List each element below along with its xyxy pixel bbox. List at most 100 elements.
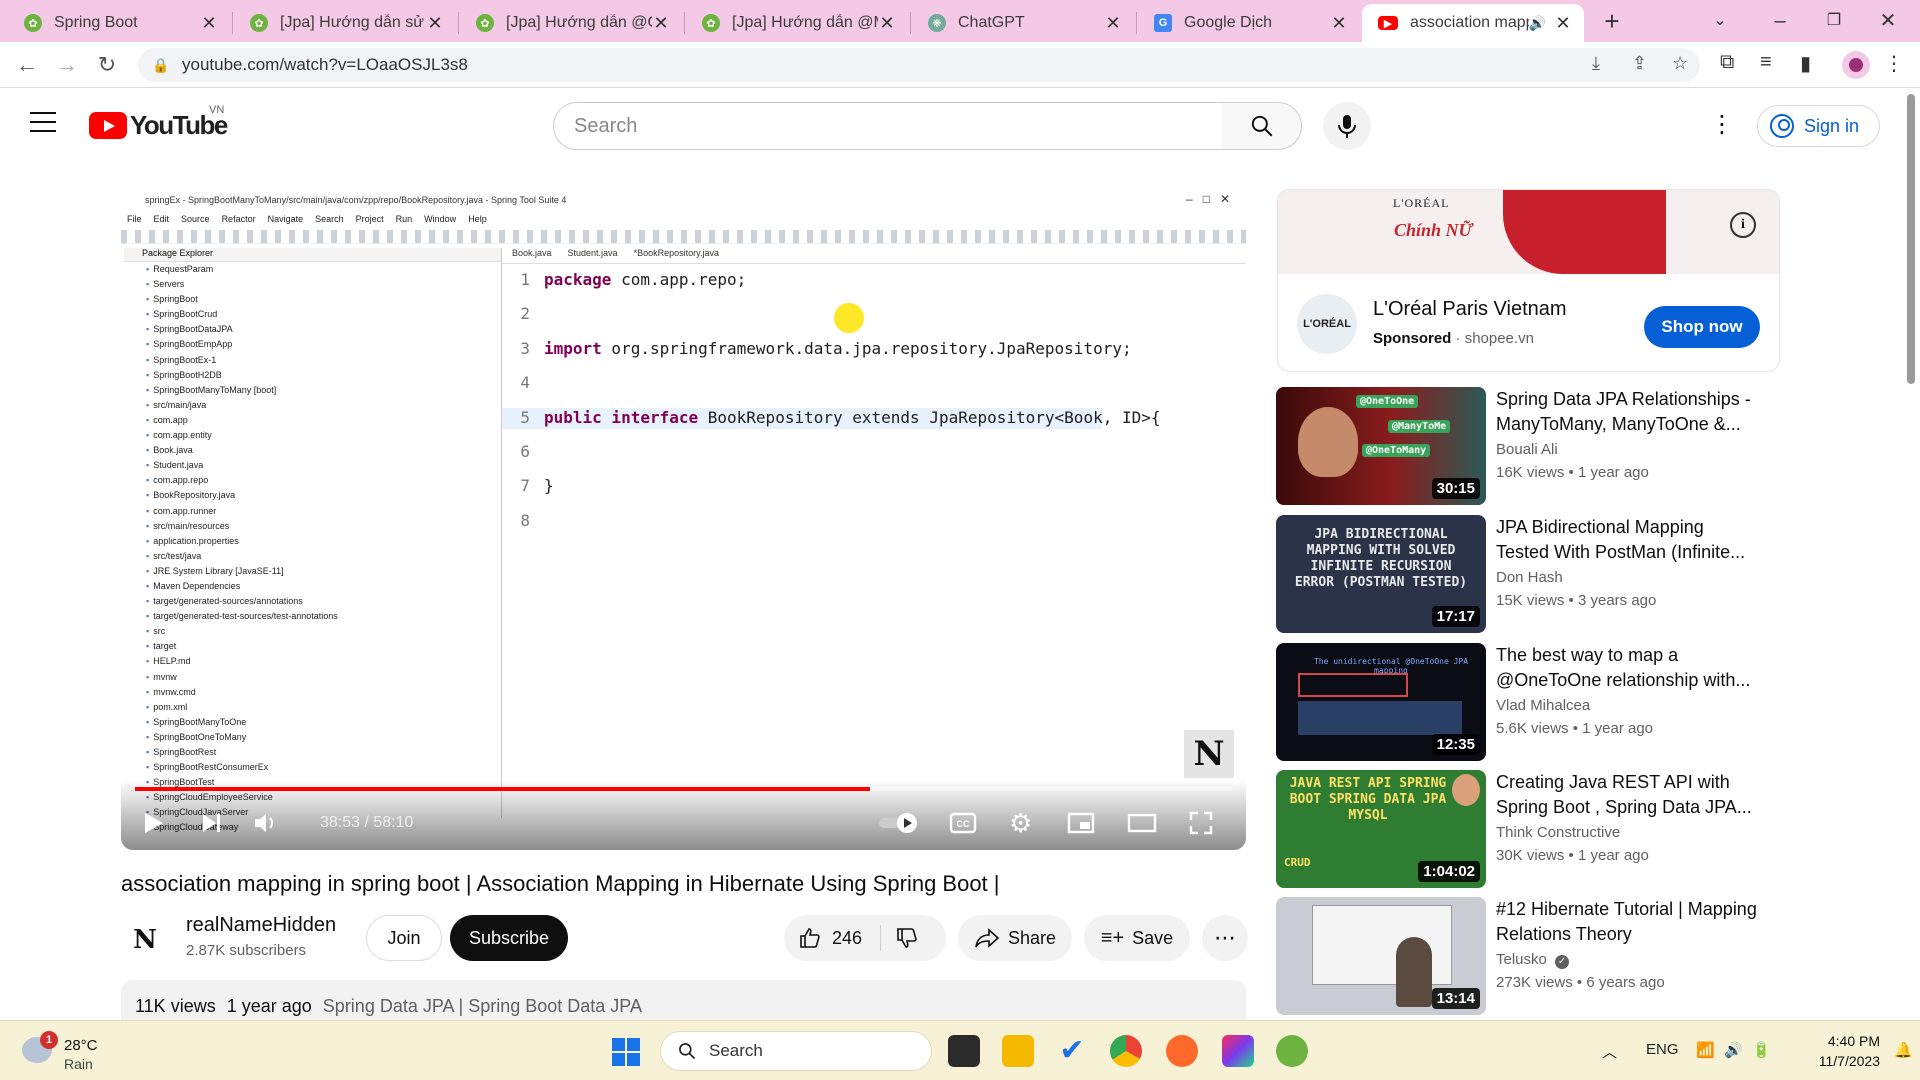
close-tab-icon[interactable]: ✕ — [1104, 13, 1122, 34]
battery-icon[interactable]: 🔋 — [1752, 1041, 1771, 1059]
ad-info-icon[interactable]: i — [1730, 212, 1756, 238]
play-button[interactable] — [143, 805, 165, 841]
recommended-video[interactable]: JAVA REST API SPRING BOOT SPRING DATA JP… — [1276, 770, 1866, 888]
save-button[interactable]: ≡+ Save — [1084, 915, 1190, 961]
captions-button[interactable]: CC — [949, 805, 977, 841]
description-tags[interactable]: Spring Data JPA | Spring Boot Data JPA — [323, 996, 642, 1016]
install-app-icon[interactable]: ⤓ — [1592, 53, 1600, 74]
channel-avatar[interactable]: N — [125, 920, 165, 960]
video-title-link[interactable]: Creating Java REST API with Spring Boot … — [1496, 770, 1758, 820]
tab-chatgpt[interactable]: ❋ ChatGPT ✕ — [912, 4, 1134, 42]
browser-menu-icon[interactable]: ⋮ — [1884, 51, 1904, 76]
recommended-video[interactable]: 13:14 #12 Hibernate Tutorial | Mapping R… — [1276, 897, 1866, 1015]
join-button[interactable]: Join — [366, 915, 442, 961]
scrollbar-thumb[interactable] — [1907, 94, 1915, 384]
sponsored-ad-card[interactable]: L'ORÉAL Chính NỮ i L'ORÉAL L'Oréal Paris… — [1277, 189, 1780, 372]
share-button[interactable]: Share — [958, 915, 1072, 961]
close-tab-icon[interactable]: ✕ — [1554, 13, 1572, 34]
close-window-button[interactable]: ✕ — [1868, 6, 1908, 36]
bookmark-star-icon[interactable]: ☆ — [1672, 53, 1688, 74]
advertiser-name[interactable]: L'Oréal Paris Vietnam — [1373, 298, 1567, 321]
youtube-logo[interactable]: YouTube VN — [89, 104, 228, 141]
start-button[interactable] — [612, 1038, 640, 1066]
taskbar-search[interactable]: Search — [660, 1031, 932, 1071]
show-hidden-icons-chevron-icon[interactable]: ︿ — [1602, 1041, 1617, 1062]
fullscreen-button[interactable] — [1189, 805, 1213, 841]
tab-jpa-2[interactable]: ✿ [Jpa] Hướng dẫn @O ✕ — [460, 4, 682, 42]
tab-jpa-1[interactable]: ✿ [Jpa] Hướng dẫn sử d ✕ — [234, 4, 456, 42]
restore-button[interactable]: ❐ — [1814, 6, 1854, 36]
video-thumbnail[interactable]: JPA BIDIRECTIONAL MAPPING WITH SOLVED IN… — [1276, 515, 1486, 633]
chrome-app-icon[interactable] — [1110, 1035, 1142, 1067]
video-channel[interactable]: Vlad Mihalcea — [1496, 697, 1590, 714]
back-button[interactable]: ← — [12, 50, 42, 80]
video-title-link[interactable]: #12 Hibernate Tutorial | Mapping Relatio… — [1496, 897, 1758, 947]
system-clock[interactable]: 4:40 PM 11/7/2023 — [1796, 1031, 1880, 1071]
video-thumbnail[interactable]: @OneToOne @ManyToMe @OneToMany 30:15 — [1276, 387, 1486, 505]
search-button[interactable] — [1222, 102, 1302, 150]
advertiser-logo[interactable]: L'ORÉAL — [1297, 294, 1357, 354]
audio-playing-icon[interactable]: 🔊 — [1529, 15, 1546, 32]
speaker-icon[interactable]: 🔊 — [1724, 1041, 1743, 1059]
language-indicator[interactable]: ENG — [1646, 1041, 1679, 1058]
miniplayer-button[interactable] — [1067, 805, 1095, 841]
subscribe-button[interactable]: Subscribe — [450, 915, 568, 961]
dislike-button[interactable] — [895, 926, 919, 950]
video-thumbnail[interactable]: The unidirectional @OneToOne JPA mapping… — [1276, 643, 1486, 761]
ad-banner-image[interactable]: L'ORÉAL Chính NỮ — [1278, 190, 1779, 274]
close-tab-icon[interactable]: ✕ — [652, 13, 670, 34]
notification-bell-icon[interactable]: 🔔 — [1894, 1041, 1913, 1059]
lock-icon[interactable]: 🔒 — [152, 57, 169, 73]
side-panel-icon[interactable]: ▮ — [1800, 51, 1811, 76]
profile-avatar[interactable] — [1842, 51, 1870, 79]
video-channel[interactable]: Telusko ✓ — [1496, 951, 1570, 969]
tab-jpa-3[interactable]: ✿ [Jpa] Hướng dẫn @M ✕ — [686, 4, 908, 42]
forward-button[interactable]: → — [52, 50, 82, 80]
video-title-link[interactable]: Spring Data JPA Relationships - ManyToMa… — [1496, 387, 1758, 437]
media-queue-icon[interactable]: ≡ — [1760, 51, 1772, 74]
close-tab-icon[interactable]: ✕ — [200, 13, 218, 34]
hamburger-menu-icon[interactable] — [30, 112, 56, 139]
file-explorer-icon[interactable] — [1002, 1035, 1034, 1067]
tab-search-chevron-icon[interactable]: ⌄ — [1700, 6, 1740, 36]
minimize-button[interactable]: – — [1760, 6, 1800, 36]
todo-app-icon[interactable]: ✔ — [1056, 1035, 1088, 1067]
video-thumbnail[interactable]: JAVA REST API SPRING BOOT SPRING DATA JP… — [1276, 770, 1486, 888]
video-channel[interactable]: Bouali Ali — [1496, 441, 1558, 458]
weather-widget[interactable]: 1 28°C Rain — [22, 1029, 112, 1073]
video-channel[interactable]: Don Hash — [1496, 569, 1563, 586]
more-options-icon[interactable]: ⋮ — [1710, 110, 1734, 140]
extensions-puzzle-icon[interactable]: ⧉ — [1720, 51, 1734, 74]
video-title-link[interactable]: JPA Bidirectional Mapping Tested With Po… — [1496, 515, 1758, 565]
next-button[interactable] — [201, 805, 223, 841]
progress-bar[interactable] — [135, 787, 1232, 791]
autoplay-toggle[interactable] — [877, 805, 919, 841]
wifi-icon[interactable]: 📶 — [1696, 1041, 1715, 1059]
spring-tool-suite-icon[interactable] — [1276, 1035, 1308, 1067]
close-tab-icon[interactable]: ✕ — [426, 13, 444, 34]
tab-spring-boot[interactable]: ✿ Spring Boot ✕ — [8, 4, 230, 42]
url-field[interactable]: 🔒 youtube.com/watch?v=LOaaOSJL3s8 — [138, 48, 1700, 82]
volume-button[interactable] — [253, 805, 279, 841]
description-box[interactable]: 11K views 1 year ago Spring Data JPA | S… — [121, 980, 1246, 1020]
video-channel[interactable]: Think Constructive — [1496, 824, 1620, 841]
settings-button[interactable]: ⚙ — [1009, 805, 1032, 841]
sticky-notes-app-icon[interactable] — [948, 1035, 980, 1067]
intellij-app-icon[interactable] — [1222, 1035, 1254, 1067]
page-scrollbar[interactable] — [1904, 88, 1916, 1020]
new-tab-button[interactable]: + — [1592, 6, 1632, 36]
tab-youtube-active[interactable]: ▶ association mapp 🔊 ✕ — [1362, 4, 1584, 42]
sign-in-button[interactable]: Sign in — [1757, 105, 1880, 147]
like-button[interactable]: 246 — [798, 926, 862, 950]
voice-search-button[interactable] — [1323, 102, 1371, 150]
shop-now-button[interactable]: Shop now — [1644, 306, 1760, 348]
recommended-video[interactable]: JPA BIDIRECTIONAL MAPPING WITH SOLVED IN… — [1276, 515, 1866, 633]
reload-button[interactable]: ↻ — [92, 50, 122, 80]
share-page-icon[interactable]: ⇪ — [1632, 53, 1647, 74]
video-thumbnail[interactable]: 13:14 — [1276, 897, 1486, 1015]
close-tab-icon[interactable]: ✕ — [1330, 13, 1348, 34]
video-title-link[interactable]: The best way to map a @OneToOne relation… — [1496, 643, 1758, 693]
tab-google-translate[interactable]: G Google Dịch ✕ — [1138, 4, 1360, 42]
recommended-video[interactable]: The unidirectional @OneToOne JPA mapping… — [1276, 643, 1866, 761]
more-actions-button[interactable]: ⋯ — [1202, 915, 1248, 961]
